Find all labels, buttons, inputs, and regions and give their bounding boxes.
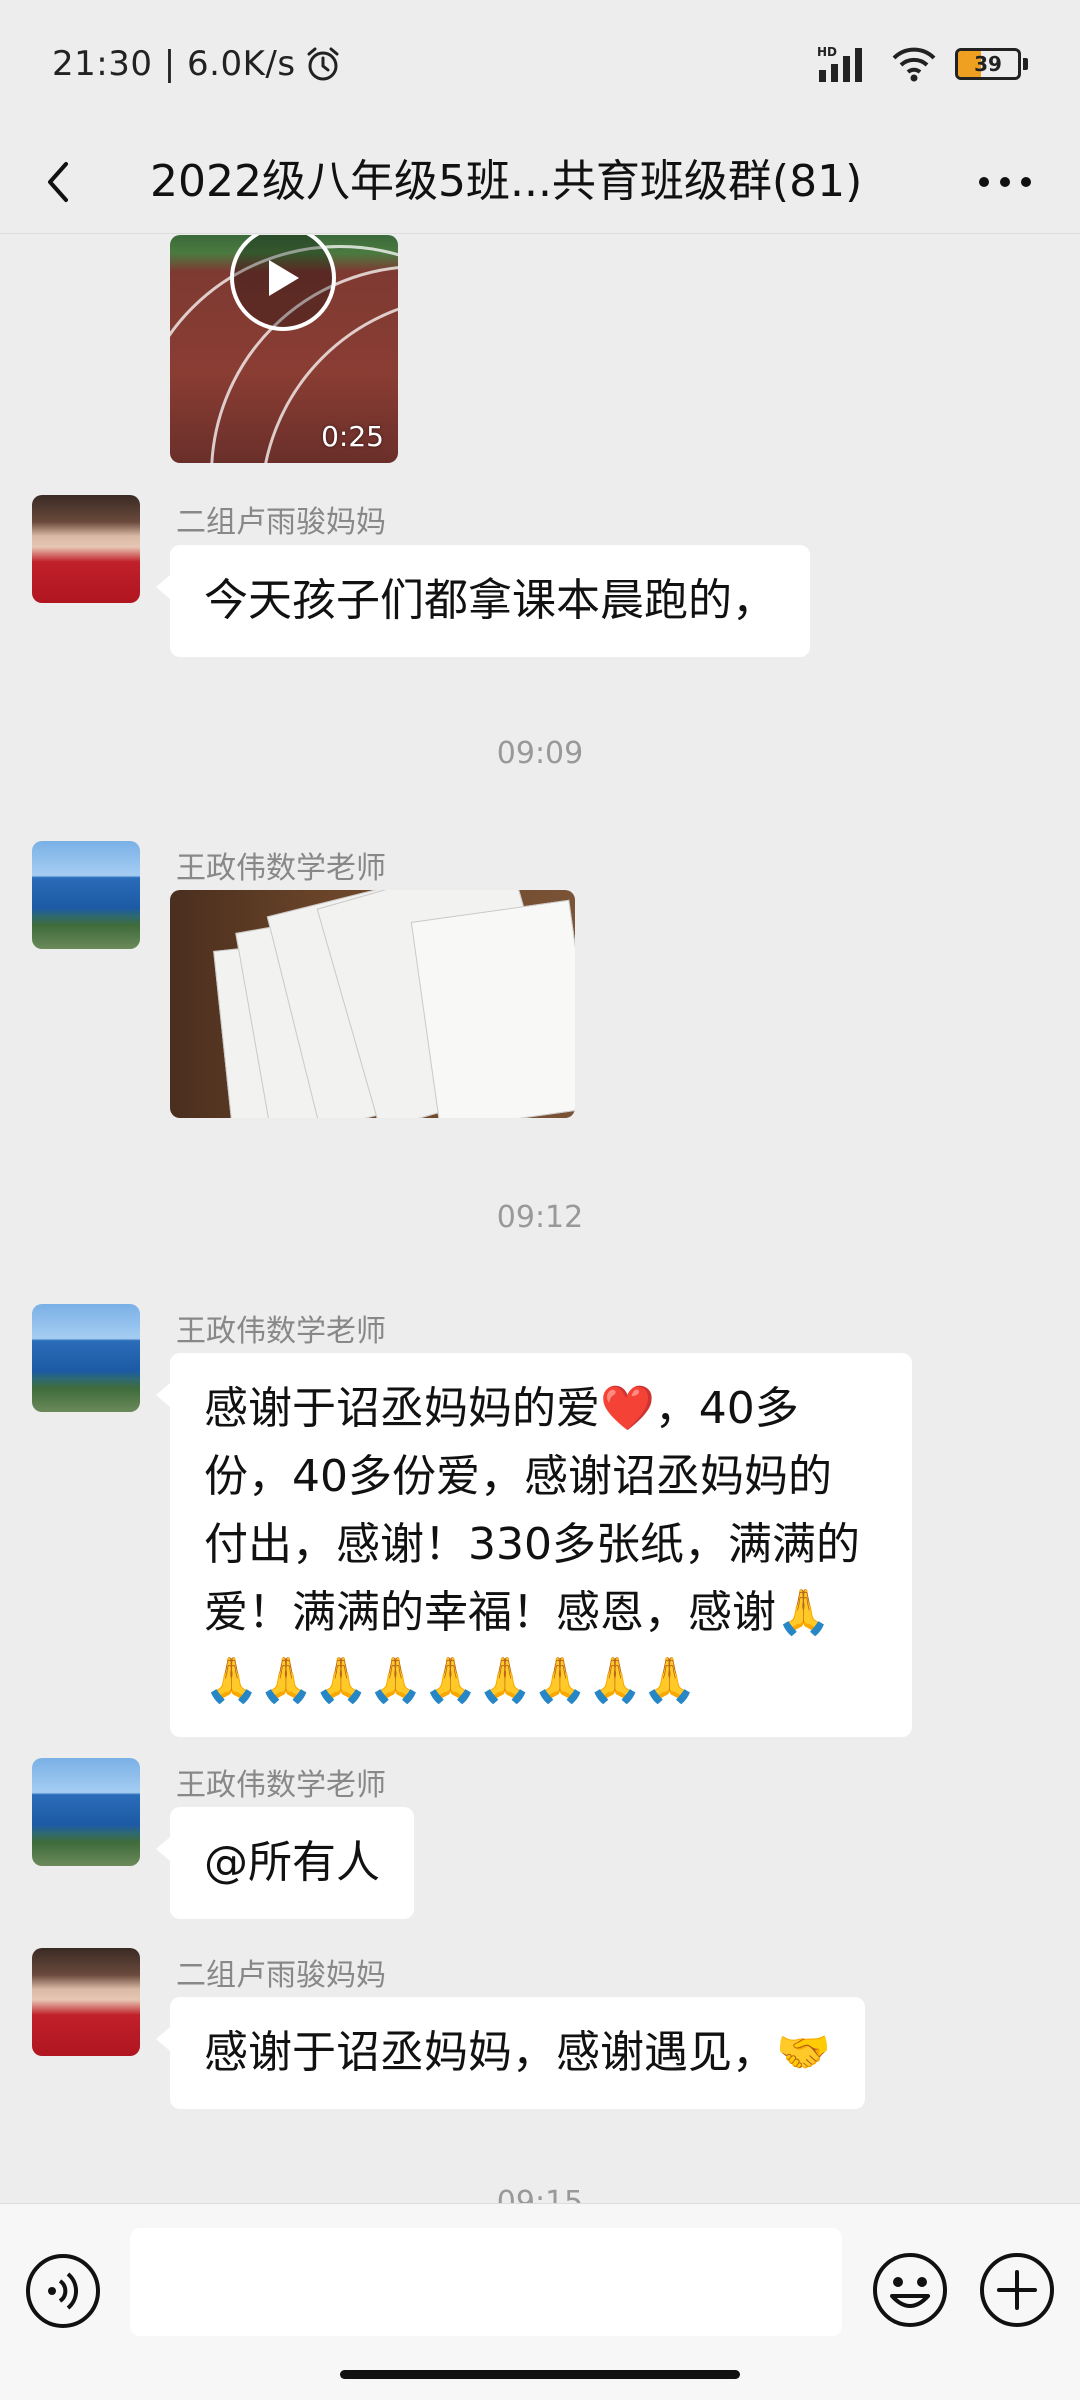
message-bubble[interactable]: 今天孩子们都拿课本晨跑的， xyxy=(156,545,810,657)
sender-name: 王政伟数学老师 xyxy=(176,1768,386,1803)
voice-input-icon[interactable] xyxy=(24,2252,102,2330)
wifi-icon xyxy=(892,47,936,82)
plus-icon[interactable] xyxy=(977,2250,1057,2330)
photo-paper xyxy=(410,899,575,1118)
chat-header: 2022级八年级5班...共育班级群(81) xyxy=(0,130,1080,234)
message-text: 今天孩子们都拿课本晨跑的， xyxy=(204,575,776,626)
message-bubble[interactable]: 感谢于诏丞妈妈的爱❤️，40多 份，40多份爱，感谢诏丞妈妈的 付出，感谢！33… xyxy=(156,1353,912,1737)
avatar[interactable] xyxy=(32,495,140,603)
message-bubble[interactable]: 感谢于诏丞妈妈，感谢遇见，🤝 xyxy=(156,1997,865,2109)
more-options-icon[interactable] xyxy=(970,152,1040,212)
emoji-icon[interactable] xyxy=(870,2250,950,2330)
message-line: 份，40多份爱，感谢诏丞妈妈的 xyxy=(204,1451,832,1502)
status-left: 21:30 | 6.0K/s xyxy=(52,44,342,84)
cellular-signal-icon: HD xyxy=(817,45,862,82)
sender-name: 王政伟数学老师 xyxy=(176,1314,386,1349)
battery-level: 39 xyxy=(974,52,1002,76)
status-right: HD 39 xyxy=(817,44,1028,84)
avatar[interactable] xyxy=(32,841,140,949)
message-line: 付出，感谢！330多张纸，满满的 xyxy=(204,1519,860,1570)
network-label: HD xyxy=(817,45,837,59)
sender-name: 二组卢雨骏妈妈 xyxy=(176,1958,386,1993)
status-time-speed: 21:30 | 6.0K/s xyxy=(52,44,296,84)
message-line: 感谢于诏丞妈妈的爱❤️，40多 xyxy=(204,1383,799,1434)
avatar[interactable] xyxy=(32,1758,140,1866)
video-message[interactable]: 0:25 xyxy=(170,235,398,463)
message-bubble[interactable]: @所有人 xyxy=(156,1807,414,1919)
image-message[interactable] xyxy=(170,890,575,1118)
video-duration: 0:25 xyxy=(321,420,384,453)
battery-icon: 39 xyxy=(955,48,1021,80)
timestamp: 09:09 xyxy=(496,736,584,771)
battery-cap xyxy=(1023,58,1028,70)
avatar[interactable] xyxy=(32,1948,140,2056)
sender-name: 二组卢雨骏妈妈 xyxy=(176,505,386,540)
message-line: 🙏🙏🙏🙏🙏🙏🙏🙏🙏 xyxy=(204,1655,698,1706)
alarm-icon xyxy=(307,47,339,81)
timestamp: 09:12 xyxy=(496,1200,584,1235)
sender-name: 王政伟数学老师 xyxy=(176,851,386,886)
timestamp: 09:15 xyxy=(496,2185,584,2203)
message-line: 爱！满满的幸福！感恩，感谢🙏 xyxy=(204,1587,831,1638)
message-text: @所有人 xyxy=(204,1837,380,1888)
back-arrow-icon[interactable] xyxy=(30,152,90,212)
avatar[interactable] xyxy=(32,1304,140,1412)
chat-messages: 0:25 二组卢雨骏妈妈 今天孩子们都拿课本晨跑的， 09:09 王政伟数学老师… xyxy=(0,235,1080,2203)
chat-title: 2022级八年级5班...共育班级群(81) xyxy=(150,156,863,207)
message-input[interactable] xyxy=(130,2228,842,2336)
status-bar: 21:30 | 6.0K/s HD 39 xyxy=(0,0,1080,130)
home-indicator[interactable] xyxy=(340,2370,740,2379)
message-text: 感谢于诏丞妈妈，感谢遇见，🤝 xyxy=(204,2027,831,2078)
